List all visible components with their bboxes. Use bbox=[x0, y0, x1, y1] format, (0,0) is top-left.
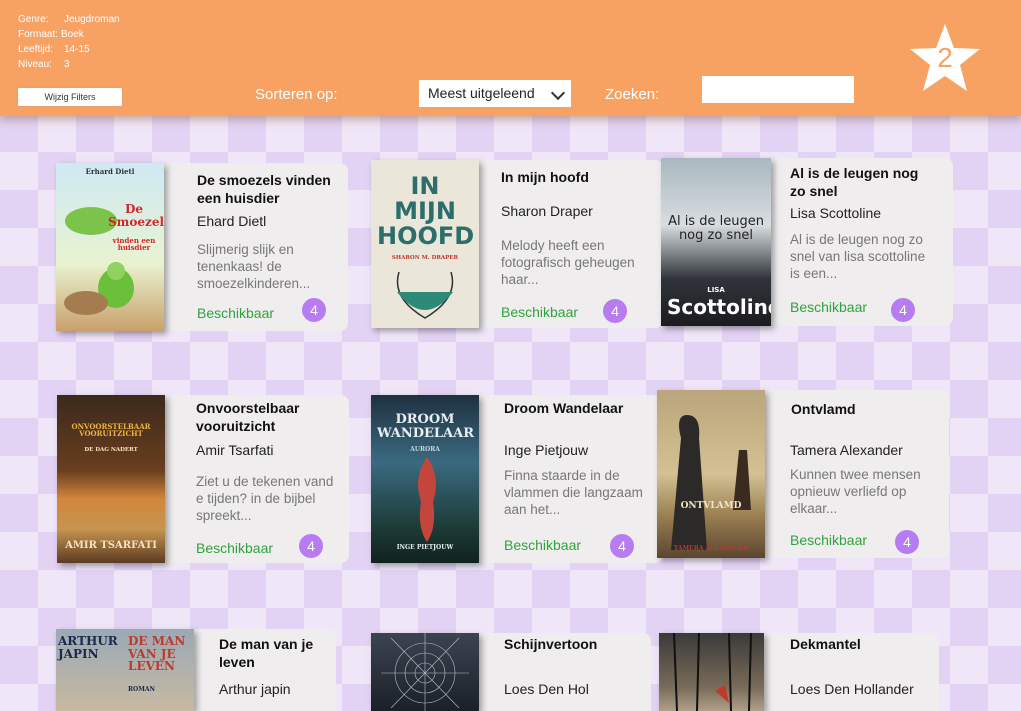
book-author: Tamera Alexander bbox=[790, 442, 903, 458]
book-card[interactable]: DROOM WANDELAAR AURORA INGE PIETJOUW Dro… bbox=[371, 395, 663, 563]
cover-web-illustration bbox=[381, 633, 469, 711]
sort-select[interactable]: Meest uitgeleend bbox=[419, 80, 571, 107]
sort-label: Sorteren op: bbox=[255, 86, 338, 103]
book-author: Arthur japin bbox=[219, 681, 291, 697]
cover-figures-illustration bbox=[671, 415, 751, 550]
copies-badge: 4 bbox=[895, 530, 919, 554]
star-count: 2 bbox=[937, 42, 953, 73]
cover-subtitle-text: DE DAG NADERT bbox=[84, 447, 138, 453]
level-label: Niveau: bbox=[18, 59, 52, 70]
cover-title-text: IN MIJN HOOFD bbox=[377, 172, 475, 251]
cover-author-first-name: LISA bbox=[707, 286, 725, 294]
book-title[interactable]: Al is de leugen nog zo snel bbox=[790, 164, 934, 200]
cover-author-text: SHARON M. DRAPER bbox=[391, 255, 459, 261]
book-description: Ziet u de tekenen vand e tijden? in de b… bbox=[196, 474, 334, 523]
book-description: Slijmerig slijk en tenenkaas! de smoezel… bbox=[197, 242, 311, 291]
sort-selected-value: Meest uitgeleend bbox=[428, 85, 535, 101]
availability-status: Beschikbaar bbox=[501, 304, 579, 320]
book-cover[interactable] bbox=[371, 633, 479, 711]
cover-subtitle-text: vinden een huisdier bbox=[112, 236, 156, 253]
book-cover[interactable]: ONTVLAMD TAMERA ALEXANDER bbox=[657, 390, 765, 558]
level-value: 3 bbox=[64, 59, 70, 70]
book-author: Loes Den Hol bbox=[504, 681, 589, 697]
book-card[interactable]: Al is de leugen nog zo snel LISA Scottol… bbox=[661, 158, 953, 326]
availability-status: Beschikbaar bbox=[196, 540, 274, 556]
book-card[interactable]: ONVOORSTELBAAR VOORUITZICHT DE DAG NADER… bbox=[57, 395, 349, 563]
book-card[interactable]: ONTVLAMD TAMERA ALEXANDER Ontvlamd Tamer… bbox=[657, 390, 949, 558]
book-cover[interactable]: ONVOORSTELBAAR VOORUITZICHT DE DAG NADER… bbox=[57, 395, 165, 563]
book-card[interactable]: ARTHUR JAPIN DE MAN VAN JE LEVEN ROMAN D… bbox=[56, 629, 336, 711]
cover-trees-illustration bbox=[673, 633, 752, 711]
book-title[interactable]: De smoezels vinden een huisdier bbox=[197, 171, 341, 207]
cover-fishbowl-icon bbox=[396, 271, 454, 319]
availability-status: Beschikbaar bbox=[197, 305, 275, 321]
search-input[interactable] bbox=[702, 76, 854, 103]
genre-label: Genre: bbox=[18, 14, 49, 25]
format-value: Boek bbox=[61, 29, 84, 40]
book-author: Sharon Draper bbox=[501, 203, 593, 219]
cover-series-text: AURORA bbox=[410, 446, 440, 453]
availability-status: Beschikbaar bbox=[790, 299, 868, 315]
book-description: Melody heeft een fotografisch geheugen h… bbox=[501, 238, 635, 287]
copies-badge: 4 bbox=[302, 298, 326, 322]
edit-filters-button[interactable]: Wijzig Filters bbox=[17, 87, 123, 107]
book-title[interactable]: De man van je leven bbox=[219, 635, 331, 671]
book-author: Inge Pietjouw bbox=[504, 442, 589, 458]
availability-status: Beschikbaar bbox=[790, 532, 868, 548]
book-title[interactable]: Schijnvertoon bbox=[504, 635, 648, 653]
book-author: Lisa Scottoline bbox=[790, 205, 882, 221]
genre-value: Jeugdroman bbox=[64, 14, 120, 25]
book-description: Al is de leugen nog zo snel van lisa sco… bbox=[790, 232, 926, 281]
book-card[interactable]: Erhard Dietl De Smoezels vinden een huis… bbox=[56, 163, 348, 331]
cover-author-text: TAMERA ALEXANDER bbox=[673, 545, 749, 552]
search-label: Zoeken: bbox=[605, 86, 660, 103]
cover-title-text: ONVOORSTELBAAR VOORUITZICHT bbox=[71, 422, 151, 439]
cover-figure-illustration bbox=[418, 457, 436, 542]
cover-top-text: Erhard Dietl bbox=[85, 167, 135, 176]
book-card[interactable]: Dekmantel Loes Den Hollander bbox=[659, 633, 939, 711]
book-author: Amir Tsarfati bbox=[196, 442, 274, 458]
copies-badge: 4 bbox=[891, 298, 915, 322]
book-author: Loes Den Hollander bbox=[790, 681, 914, 697]
book-cover[interactable]: DROOM WANDELAAR AURORA INGE PIETJOUW bbox=[371, 395, 479, 563]
cover-author-text: ARTHUR JAPIN bbox=[58, 634, 118, 661]
book-cover[interactable]: IN MIJN HOOFD SHARON M. DRAPER bbox=[371, 160, 479, 328]
book-author: Ehard Dietl bbox=[197, 213, 267, 229]
book-cover[interactable]: Erhard Dietl De Smoezels vinden een huis… bbox=[56, 163, 164, 331]
book-card[interactable]: Schijnvertoon Loes Den Hol bbox=[371, 633, 651, 711]
book-title[interactable]: Ontvlamd bbox=[791, 400, 935, 418]
book-cover[interactable]: ARTHUR JAPIN DE MAN VAN JE LEVEN ROMAN bbox=[56, 629, 194, 711]
copies-badge: 4 bbox=[610, 534, 634, 558]
filter-summary: Genre: Jeugdroman Formaat: Boek Leeftijd: 1… bbox=[18, 12, 120, 72]
chevron-down-icon bbox=[550, 85, 566, 101]
cover-genre-text: ROMAN bbox=[128, 686, 155, 693]
cover-title-text: De Smoezels bbox=[108, 202, 164, 229]
book-title[interactable]: Onvoorstelbaar vooruitzicht bbox=[196, 399, 340, 435]
book-cover[interactable]: Al is de leugen nog zo snel LISA Scottol… bbox=[661, 158, 771, 326]
copies-badge: 4 bbox=[603, 299, 627, 323]
cover-title-text: DE MAN VAN JE LEVEN bbox=[128, 634, 186, 674]
book-description: Kunnen twee mensen opnieuw verliefd op e… bbox=[790, 467, 921, 516]
book-title[interactable]: Droom Wandelaar bbox=[504, 399, 648, 417]
book-card[interactable]: IN MIJN HOOFD SHARON M. DRAPER In mijn h… bbox=[371, 160, 663, 328]
cover-title-text: DROOM WANDELAAR bbox=[377, 412, 475, 441]
availability-status: Beschikbaar bbox=[504, 537, 582, 553]
cover-author-text: AMIR TSARFATI bbox=[65, 540, 157, 551]
format-label: Formaat: bbox=[18, 29, 59, 40]
cover-author-text: Scottoline bbox=[667, 295, 771, 319]
age-value: 14-15 bbox=[64, 44, 90, 55]
book-description: Finna staarde in de vlammen die langzaam… bbox=[504, 468, 643, 517]
book-title[interactable]: Dekmantel bbox=[790, 635, 934, 653]
book-cover[interactable] bbox=[659, 633, 764, 711]
copies-badge: 4 bbox=[299, 534, 323, 558]
cover-title-text: Al is de leugen nog zo snel bbox=[668, 214, 764, 243]
age-label: Leeftijd: bbox=[18, 44, 54, 55]
cover-author-text: INGE PIETJOUW bbox=[396, 544, 454, 551]
book-title[interactable]: In mijn hoofd bbox=[501, 168, 645, 186]
cover-title-text: ONTVLAMD bbox=[680, 501, 742, 511]
header-bar: Genre: Jeugdroman Formaat: Boek Leeftijd: 1… bbox=[0, 0, 1021, 116]
